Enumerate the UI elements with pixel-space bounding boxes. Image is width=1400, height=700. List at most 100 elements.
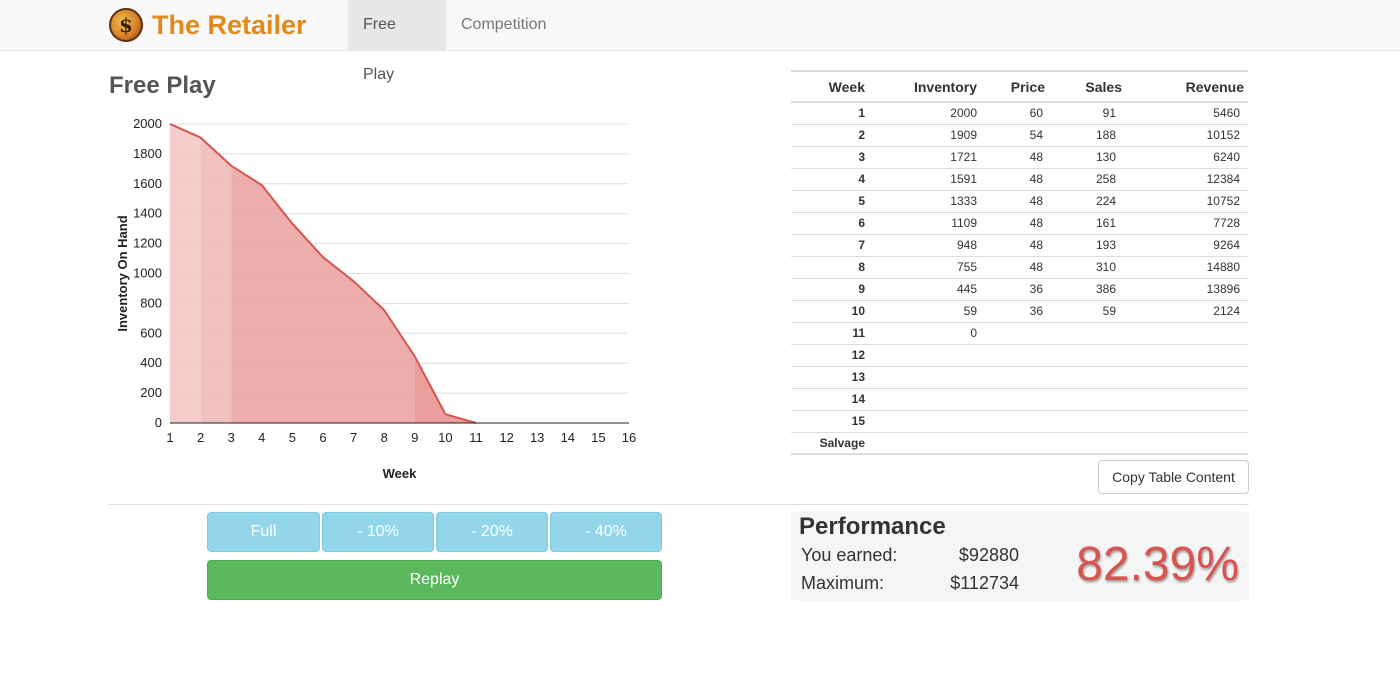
minus-20-button[interactable]: - 20% xyxy=(436,512,548,552)
divider xyxy=(109,504,1249,505)
earned-value: $92880 xyxy=(958,545,1019,565)
cell-week: 8 xyxy=(791,255,871,278)
cell-revenue: 2124 xyxy=(1136,299,1248,322)
cell-inventory xyxy=(871,431,985,454)
cell-price: 48 xyxy=(985,211,1061,234)
cell-revenue: 6240 xyxy=(1136,145,1248,168)
x-tick-label: 8 xyxy=(381,430,388,445)
table-row: 6 1109 48 161 7728 xyxy=(791,211,1248,234)
cell-revenue xyxy=(1136,387,1248,410)
cell-price: 48 xyxy=(985,233,1061,256)
cell-price: 48 xyxy=(985,167,1061,190)
x-tick-label: 3 xyxy=(228,430,235,445)
cell-week: 1 xyxy=(791,101,871,124)
earned-label: You earned: xyxy=(801,545,898,565)
cell-price xyxy=(985,409,1061,432)
cell-inventory xyxy=(871,343,985,366)
cell-sales xyxy=(1061,387,1136,410)
cell-week: 9 xyxy=(791,277,871,300)
x-tick-label: 6 xyxy=(319,430,326,445)
dollar-coin-icon: $ xyxy=(109,8,143,42)
cell-week: 3 xyxy=(791,145,871,168)
cell-inventory: 1109 xyxy=(871,211,985,234)
copy-table-button[interactable]: Copy Table Content xyxy=(1098,460,1249,494)
cell-week: 15 xyxy=(791,409,871,432)
cell-inventory xyxy=(871,409,985,432)
y-tick-label: 1600 xyxy=(133,176,162,191)
cell-sales: 193 xyxy=(1061,233,1136,256)
cell-week: 2 xyxy=(791,123,871,146)
cell-revenue: 14880 xyxy=(1136,255,1248,278)
cell-inventory: 445 xyxy=(871,277,985,300)
cell-week: 11 xyxy=(791,321,871,344)
col-sales: Sales xyxy=(1061,71,1136,103)
table-row: 2 1909 54 188 10152 xyxy=(791,123,1248,146)
cell-week: 12 xyxy=(791,343,871,366)
tab-free-play[interactable]: Free Play xyxy=(348,0,446,83)
cell-week: 5 xyxy=(791,189,871,212)
tab-competition[interactable]: Competition xyxy=(446,0,561,50)
x-tick-label: 14 xyxy=(561,430,575,445)
cell-inventory: 59 xyxy=(871,299,985,322)
replay-button[interactable]: Replay xyxy=(207,560,662,600)
area-band xyxy=(231,165,415,423)
col-week: Week xyxy=(791,71,871,103)
cell-sales: 224 xyxy=(1061,189,1136,212)
table-row: 13 xyxy=(791,365,1248,388)
cell-revenue xyxy=(1136,365,1248,388)
cell-sales xyxy=(1061,343,1136,366)
cell-price: 48 xyxy=(985,255,1061,278)
cell-week: 6 xyxy=(791,211,871,234)
x-tick-label: 4 xyxy=(258,430,265,445)
table-row: 15 xyxy=(791,409,1248,432)
minus-10-button[interactable]: - 10% xyxy=(322,512,434,552)
table-row: 11 0 xyxy=(791,321,1248,344)
y-tick-label: 2000 xyxy=(133,116,162,131)
table-row: 1 2000 60 91 5460 xyxy=(791,101,1248,124)
cell-sales: 188 xyxy=(1061,123,1136,146)
x-tick-label: 5 xyxy=(289,430,296,445)
cell-revenue xyxy=(1136,321,1248,344)
y-tick-label: 400 xyxy=(140,355,162,370)
y-tick-label: 1400 xyxy=(133,206,162,221)
y-tick-label: 600 xyxy=(140,325,162,340)
cell-revenue: 12384 xyxy=(1136,167,1248,190)
maximum-value: $112734 xyxy=(950,573,1019,593)
x-tick-label: 16 xyxy=(622,430,636,445)
y-tick-label: 200 xyxy=(140,385,162,400)
x-tick-label: 7 xyxy=(350,430,357,445)
x-axis-label: Week xyxy=(383,466,417,481)
table-row: 10 59 36 59 2124 xyxy=(791,299,1248,322)
cell-sales xyxy=(1061,321,1136,344)
y-tick-label: 0 xyxy=(155,415,162,430)
cell-sales: 161 xyxy=(1061,211,1136,234)
cell-inventory xyxy=(871,387,985,410)
cell-revenue: 7728 xyxy=(1136,211,1248,234)
cell-revenue: 13896 xyxy=(1136,277,1248,300)
cell-price: 48 xyxy=(985,145,1061,168)
x-tick-label: 1 xyxy=(166,430,173,445)
minus-40-button[interactable]: - 40% xyxy=(550,512,662,552)
cell-price: 48 xyxy=(985,189,1061,212)
table-row: 3 1721 48 130 6240 xyxy=(791,145,1248,168)
area-band xyxy=(200,137,232,423)
cell-price: 36 xyxy=(985,299,1061,322)
cell-inventory: 0 xyxy=(871,321,985,344)
table-row: 4 1591 48 258 12384 xyxy=(791,167,1248,190)
cell-sales: 91 xyxy=(1061,101,1136,124)
navbar: $ The Retailer Free Play Competition xyxy=(0,0,1400,83)
cell-revenue: 5460 xyxy=(1136,101,1248,124)
x-tick-label: 2 xyxy=(197,430,204,445)
y-tick-label: 1200 xyxy=(133,236,162,251)
cell-sales: 130 xyxy=(1061,145,1136,168)
table-row: 7 948 48 193 9264 xyxy=(791,233,1248,256)
cell-revenue: 10752 xyxy=(1136,189,1248,212)
table-row: Salvage xyxy=(791,431,1248,454)
table-row: 9 445 36 386 13896 xyxy=(791,277,1248,300)
cell-revenue xyxy=(1136,343,1248,366)
cell-week: 13 xyxy=(791,365,871,388)
table-body: 1 2000 60 91 5460 2 1909 54 188 10152 3 1721 48 130 62… xyxy=(791,101,1248,454)
full-button[interactable]: Full xyxy=(207,512,320,552)
brand[interactable]: $ The Retailer xyxy=(109,6,307,44)
cell-price xyxy=(985,387,1061,410)
